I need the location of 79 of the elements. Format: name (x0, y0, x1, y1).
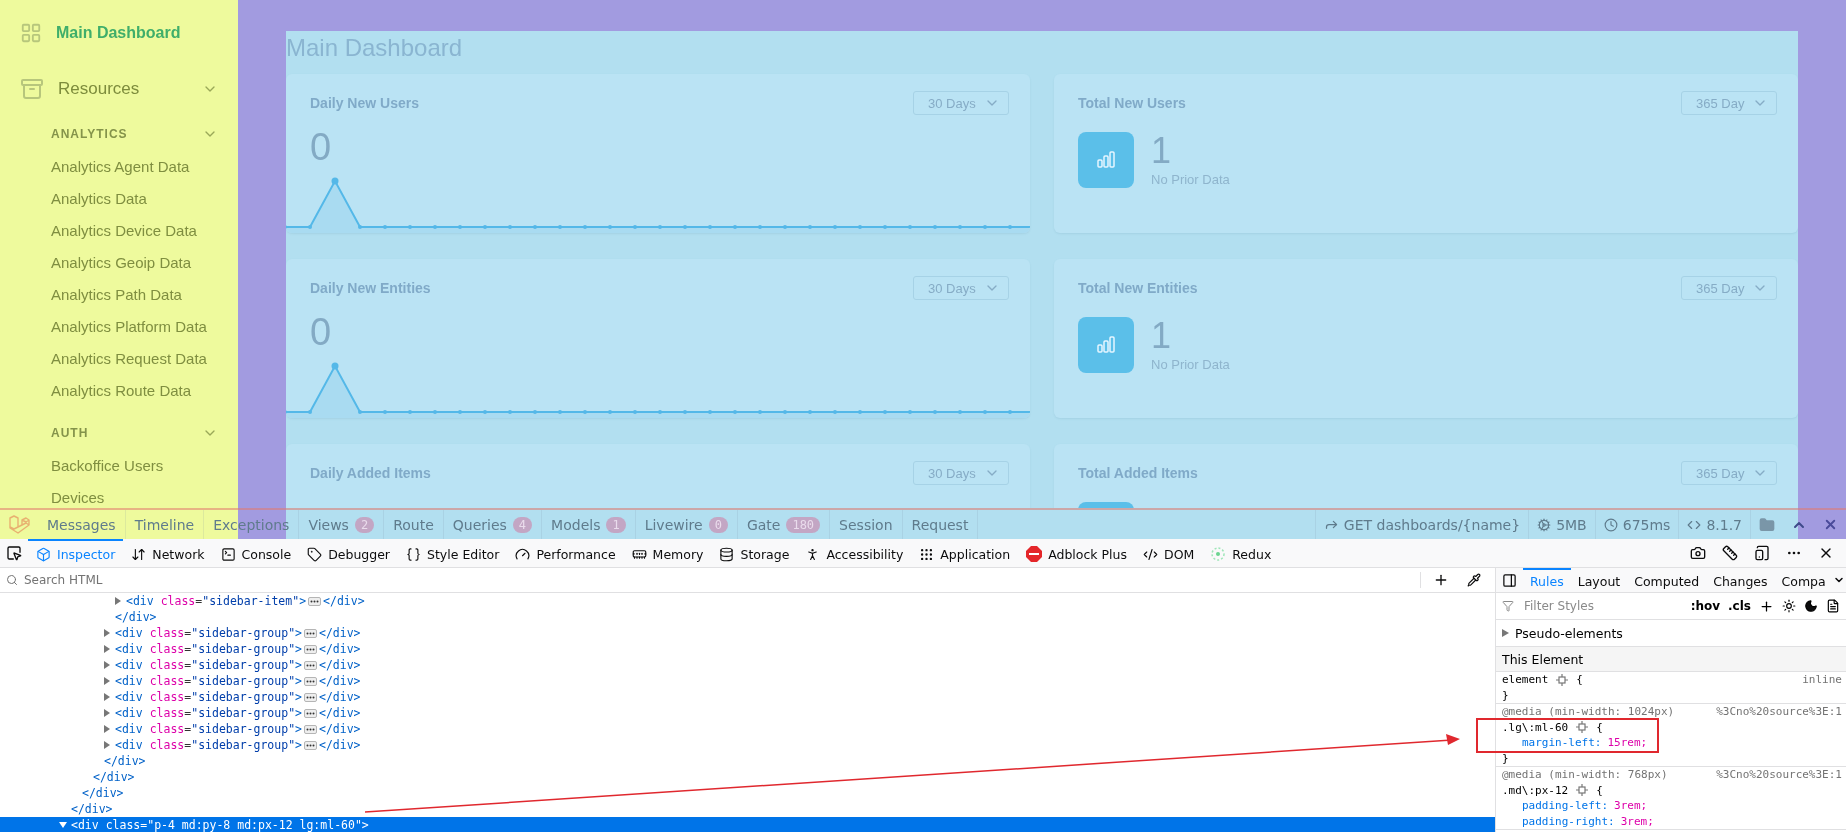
devtools-tab[interactable]: DOM (1135, 539, 1203, 567)
section-heading[interactable]: Pseudo-elements (1515, 625, 1623, 641)
devtools-tab[interactable]: Console (212, 539, 300, 567)
brace: { (1596, 720, 1603, 734)
card-title: Daily New Entities (310, 280, 431, 296)
devtools-tab[interactable]: Storage (711, 539, 798, 567)
css-declaration[interactable]: padding-left: 3rem; (1502, 798, 1846, 814)
devtools-tab[interactable]: Adblock Plus (1018, 539, 1135, 567)
markup-line[interactable]: <div class="sidebar-group"> </div> (0, 737, 1495, 753)
markup-line[interactable]: <div class="sidebar-group"> </div> (0, 705, 1495, 721)
devtools-tab[interactable]: Inspector (28, 539, 124, 567)
brace: { (1596, 783, 1603, 797)
sidebar-tab[interactable]: Changes (1706, 568, 1775, 592)
brace: } (1502, 751, 1509, 765)
filter-field[interactable]: Filter Styles (1522, 598, 1683, 614)
section-heading: This Element (1502, 651, 1584, 667)
brace: { (1576, 673, 1583, 687)
sidebar-item[interactable]: Analytics Route Data (0, 374, 192, 406)
source-link[interactable]: %3Cno%20source%3E:1 (1716, 705, 1846, 719)
sidebar-tab[interactable]: Computed (1627, 568, 1707, 592)
brace: } (1502, 688, 1509, 702)
stat-value: 0 (309, 310, 333, 354)
css-selector: .md\:px-12 (1502, 783, 1569, 797)
sidebar-item[interactable]: Analytics Geoip Data (0, 246, 192, 278)
stat-value: 1 (1151, 317, 1173, 355)
devtools-tab[interactable]: Memory (623, 539, 712, 567)
markup-line[interactable]: </div> (0, 769, 1495, 785)
markup-line[interactable]: </div> (0, 785, 1495, 801)
markup-line[interactable]: <div class="sidebar-group"> </div> (0, 673, 1495, 689)
markup-line[interactable]: <div class="sidebar-group"> </div> (0, 641, 1495, 657)
devtools-tab[interactable]: Accessibility (797, 539, 912, 567)
sidebar-item[interactable]: Backoffice Users (0, 449, 164, 481)
markup-line[interactable]: <div class="sidebar-group"> </div> (0, 657, 1495, 673)
css-selector: .lg\:ml-60 (1502, 720, 1569, 734)
sidebar-item[interactable]: Devices (0, 481, 105, 508)
section-heading[interactable]: ANALYTICS (51, 127, 202, 141)
css-declaration[interactable]: padding-right: 3rem; (1502, 813, 1846, 829)
devtools-tab[interactable]: Redux (1202, 539, 1280, 567)
card-title: Total New Entities (1078, 280, 1198, 296)
markup-line[interactable]: </div> (0, 801, 1495, 817)
search-field[interactable]: Search HTML (22, 572, 1420, 588)
hover-toggle[interactable]: :hov (1690, 599, 1721, 613)
source-link[interactable]: inline (1802, 673, 1846, 687)
media-query: @media (min-width: 768px) (1502, 768, 1668, 782)
markup-line[interactable]: </div> (0, 753, 1495, 769)
sidebar-tab[interactable]: Rules (1523, 568, 1571, 592)
css-selector: element (1502, 673, 1549, 687)
sidebar-tab[interactable]: Compa (1774, 568, 1833, 592)
devtools-tab[interactable]: Style Editor (398, 539, 508, 567)
media-query: @media (min-width: 1024px) (1502, 705, 1675, 719)
debug-tab[interactable]: Messages (38, 510, 126, 539)
sidebar-item[interactable]: Analytics Data (0, 182, 147, 214)
sidebar-item[interactable]: Analytics Agent Data (0, 150, 190, 182)
sidebar-item[interactable]: Analytics Device Data (0, 214, 197, 246)
devtools-tab[interactable]: Application (911, 539, 1019, 567)
card-title: Daily New Users (310, 95, 419, 111)
devtools-tab[interactable]: Network (123, 539, 213, 567)
card-title: Daily Added Items (310, 465, 431, 481)
markup-line[interactable]: <div class="sidebar-group"> </div> (0, 625, 1495, 641)
source-link[interactable]: %3Cno%20source%3E:1 (1716, 768, 1846, 782)
sidebar-item[interactable]: Analytics Path Data (0, 278, 182, 310)
sidebar-item[interactable]: Main Dashboard (56, 24, 238, 42)
sidebar-tab[interactable]: Layout (1570, 568, 1628, 592)
sidebar-item[interactable]: Analytics Platform Data (0, 310, 207, 342)
card-title: Total New Users (1078, 95, 1186, 111)
section-heading[interactable]: AUTH (51, 426, 202, 440)
card-title: Total Added Items (1078, 465, 1198, 481)
class-toggle[interactable]: .cls (1728, 599, 1751, 613)
markup-line[interactable]: <div class="sidebar-item"> </div> (0, 593, 1495, 609)
stat-value: 1 (1151, 132, 1173, 170)
stat-value: 0 (309, 125, 333, 169)
devtools-tab[interactable]: Debugger (299, 539, 398, 567)
sidebar-item[interactable]: Analytics Request Data (0, 342, 207, 374)
markup-line[interactable]: <div class="sidebar-group"> </div> (0, 721, 1495, 737)
sidebar-group[interactable]: Resources (58, 79, 202, 99)
markup-line[interactable]: <div class="sidebar-group"> </div> (0, 689, 1495, 705)
css-declaration[interactable]: margin-left: 15rem; (1502, 735, 1648, 751)
markup-line[interactable]: </div> (0, 609, 1495, 625)
devtools-tab[interactable]: Performance (507, 539, 624, 567)
